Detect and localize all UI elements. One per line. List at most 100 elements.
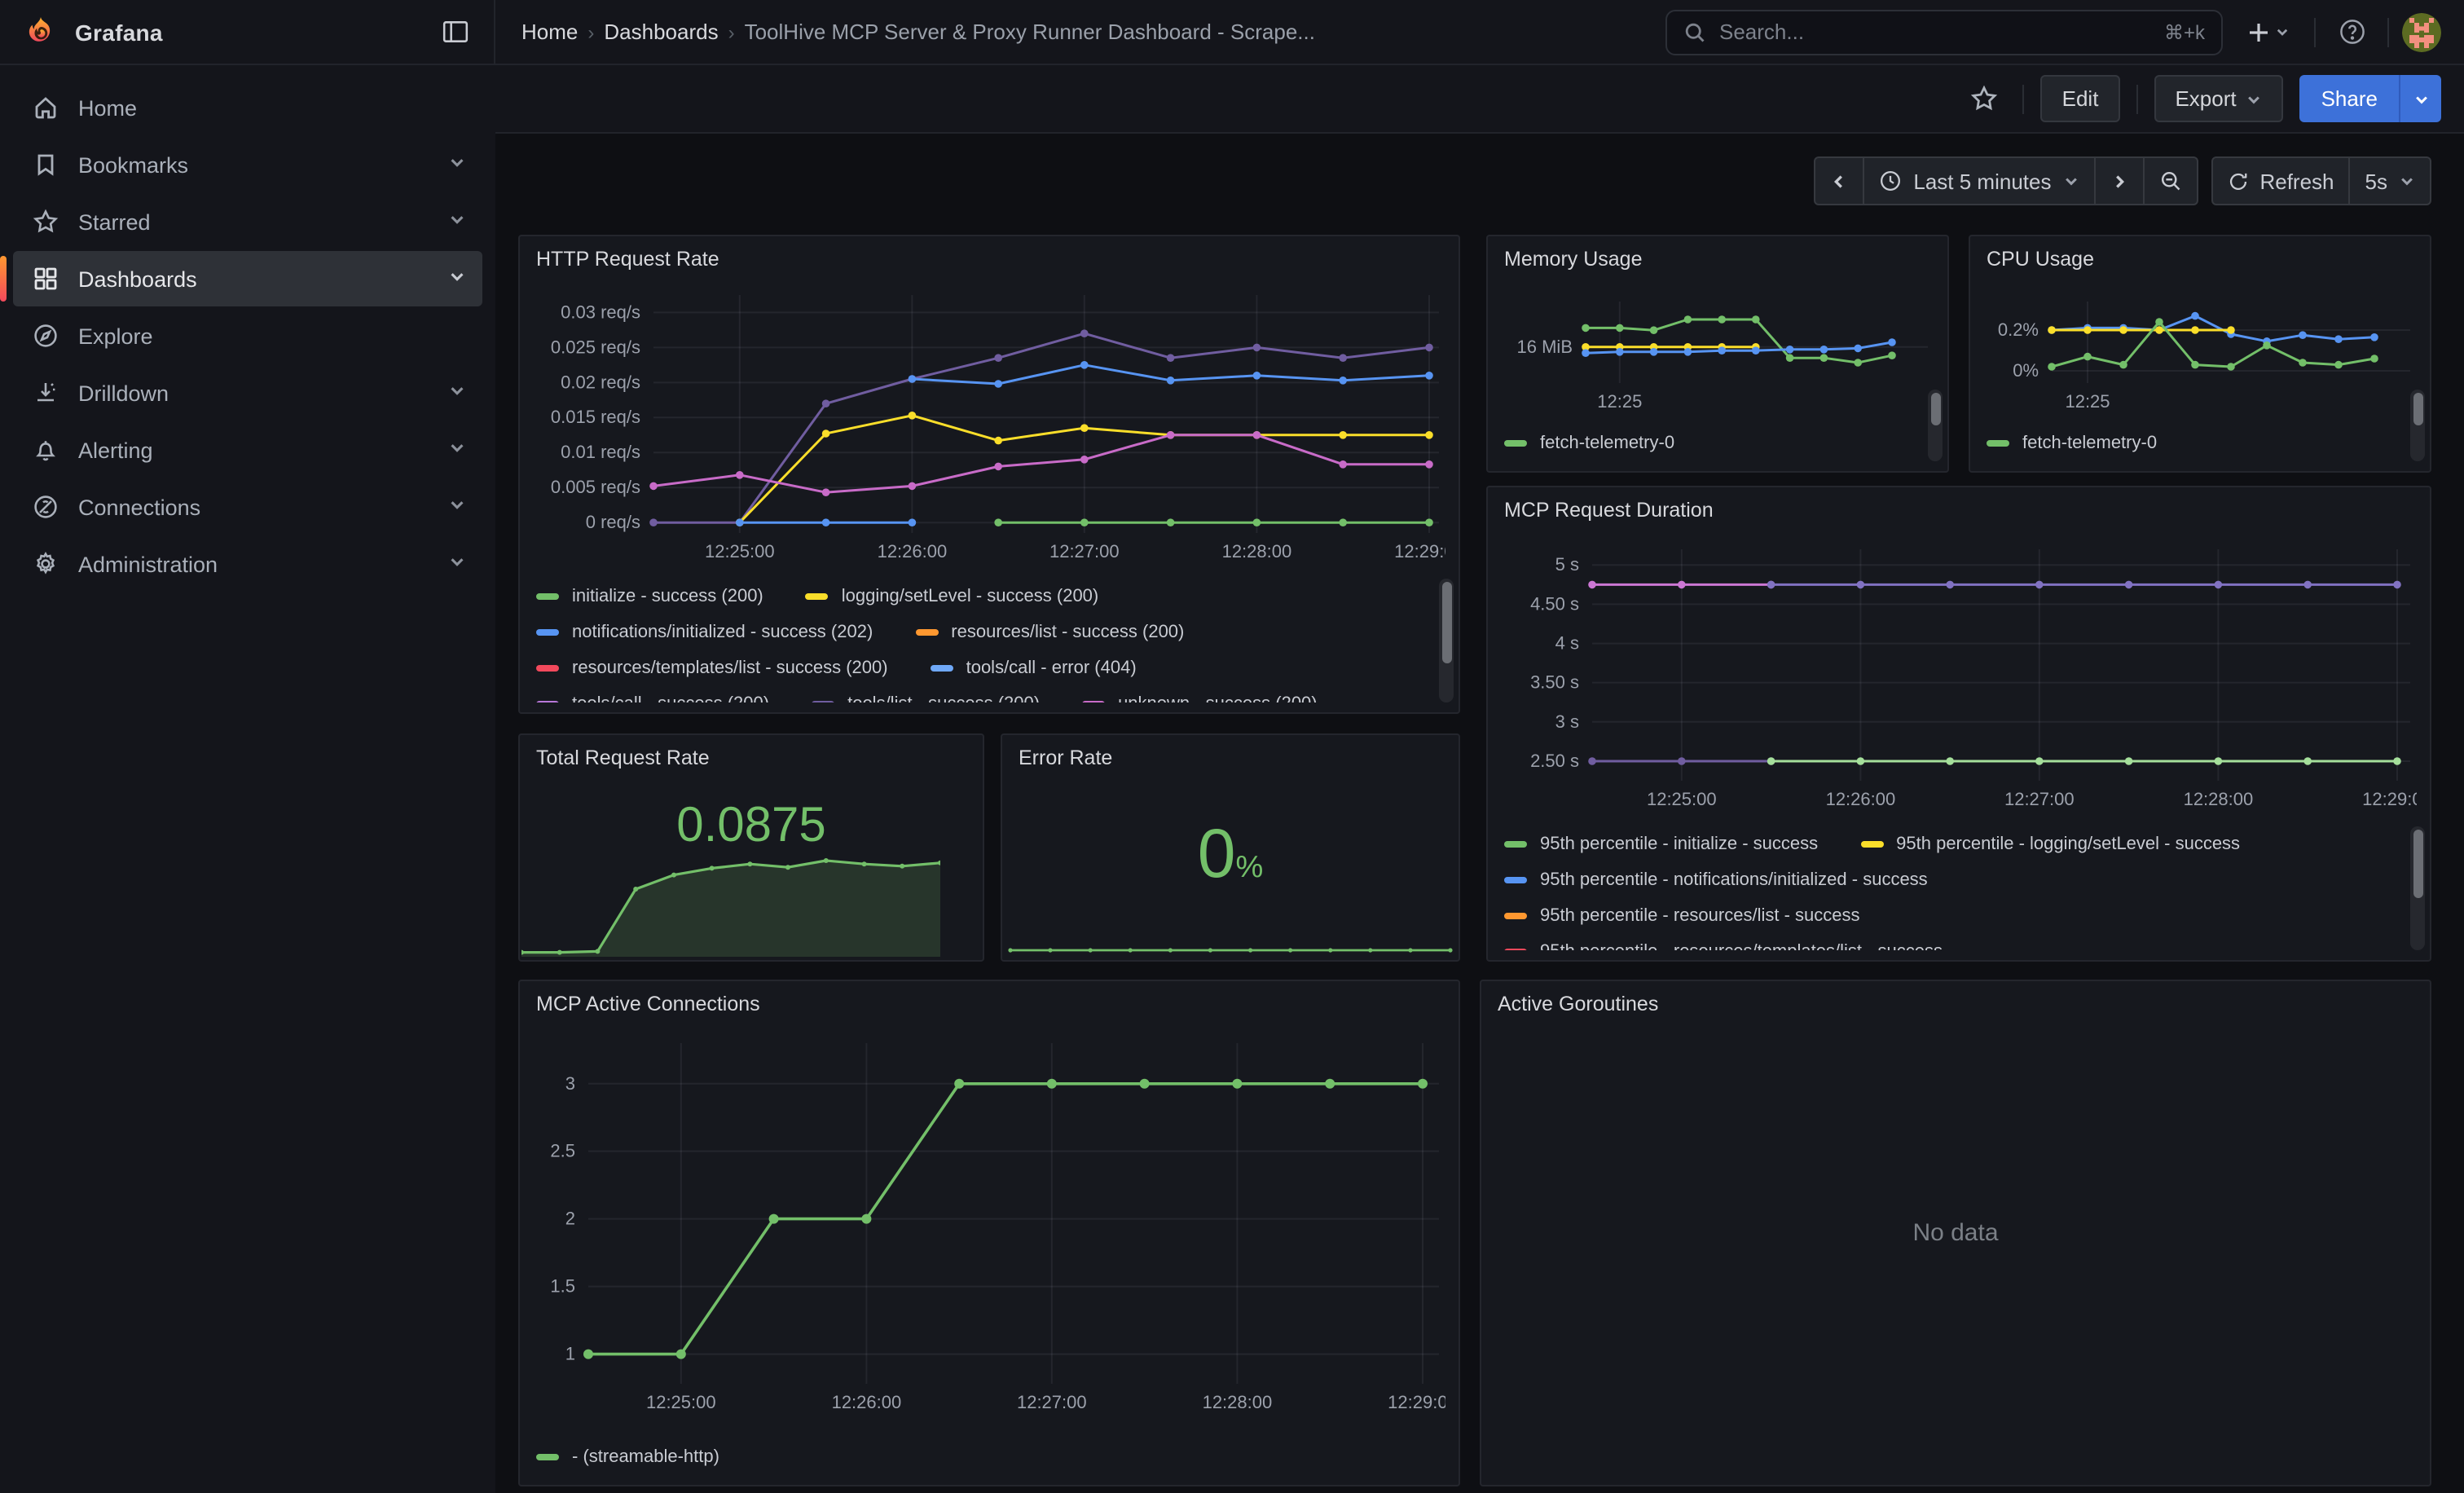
user-avatar[interactable] [2402, 12, 2441, 51]
help-icon[interactable] [2329, 9, 2374, 55]
panel-title[interactable]: MCP Active Connections [520, 981, 777, 1015]
legend-row: 95th percentile - resources/templates/li… [1504, 934, 2404, 950]
chevron-down-icon[interactable] [448, 264, 466, 293]
main-area: Edit Export Share [495, 65, 2464, 1493]
svg-text:0.005 req/s: 0.005 req/s [551, 477, 640, 497]
legend-scrollbar-thumb[interactable] [1441, 582, 1451, 663]
svg-text:12:27:00: 12:27:00 [2004, 789, 2075, 809]
legend-swatch [1987, 440, 2009, 447]
legend-row: tools/call - success (200) tools/list - s… [536, 686, 1432, 702]
breadcrumb-home[interactable]: Home [521, 20, 578, 44]
sidebar-item-drilldown[interactable]: Drilldown [13, 365, 482, 421]
legend-item[interactable]: logging/setLevel - success (200) [806, 587, 1099, 606]
sidebar-item-alerting[interactable]: Alerting [13, 422, 482, 478]
legend-scrollbar-thumb[interactable] [2413, 830, 2422, 898]
grafana-app: Grafana Home › Dashboards › ToolHive MCP… [0, 0, 2464, 1493]
sidebar-item-label: Connections [78, 495, 429, 519]
time-shift-forward-button[interactable] [2095, 156, 2144, 205]
sidebar-item-label: Home [78, 95, 466, 120]
sidebar-item-connections[interactable]: Connections [13, 479, 482, 535]
legend-item[interactable]: 95th percentile - notifications/initiali… [1504, 870, 1928, 890]
share-button[interactable]: Share [2300, 75, 2399, 122]
add-new-button[interactable] [2236, 9, 2301, 55]
svg-text:16 MiB: 16 MiB [1517, 337, 1573, 357]
stat-unit: % [1235, 851, 1263, 887]
legend-item[interactable]: tools/call - success (200) [536, 694, 769, 702]
chevron-down-icon[interactable] [448, 549, 466, 579]
legend-swatch [1504, 841, 1527, 848]
chevron-down-icon[interactable] [448, 435, 466, 465]
legend-row: fetch-telemetry-0 [1987, 425, 2404, 461]
brand[interactable]: Grafana [23, 14, 432, 50]
search-icon [1683, 20, 1706, 43]
sidebar-item-explore[interactable]: Explore [13, 308, 482, 363]
legend-item[interactable]: 95th percentile - logging/setLevel - suc… [1860, 835, 2240, 854]
legend-item[interactable]: fetch-telemetry-0 [1987, 434, 2157, 453]
sidebar-item-bookmarks[interactable]: Bookmarks [13, 137, 482, 192]
legend-item[interactable]: resources/templates/list - success (200) [536, 658, 888, 678]
search-shortcut: ⌘+k [2164, 20, 2205, 43]
time-range-picker[interactable]: Last 5 minutes [1864, 156, 2095, 205]
chevron-down-icon[interactable] [448, 492, 466, 522]
share-menu-caret[interactable] [2399, 75, 2441, 122]
chevron-down-icon [2062, 173, 2079, 189]
legend-row: 95th percentile - notifications/initiali… [1504, 862, 2404, 898]
edit-button[interactable]: Edit [2041, 75, 2120, 122]
legend-item[interactable]: tools/list - success (200) [812, 694, 1040, 702]
legend-item[interactable]: unknown - success (200) [1082, 694, 1318, 702]
search-box[interactable]: ⌘+k [1665, 9, 2223, 55]
legend-item[interactable]: 95th percentile - initialize - success [1504, 835, 1818, 854]
svg-text:12:26:00: 12:26:00 [832, 1392, 902, 1412]
legend-item[interactable]: initialize - success (200) [536, 587, 763, 606]
dashboard-canvas: Last 5 minutes Refresh [495, 134, 2464, 1493]
legend-scrollbar-thumb[interactable] [1930, 393, 1940, 425]
top-nav-right: ⌘+k [1665, 0, 2464, 64]
legend-scrollbar-track [1439, 579, 1454, 702]
mcp-active-connections-legend: - (streamable-http) [536, 1439, 1432, 1475]
svg-text:0 req/s: 0 req/s [586, 512, 640, 532]
legend-swatch [536, 701, 559, 702]
time-shift-back-button[interactable] [1814, 156, 1864, 205]
panel-active-goroutines: Active Goroutines No data [1480, 980, 2431, 1486]
chevron-down-icon[interactable] [448, 150, 466, 179]
zoom-out-time-button[interactable] [2144, 156, 2198, 205]
sidebar-item-home[interactable]: Home [13, 80, 482, 135]
chevron-down-icon[interactable] [448, 207, 466, 236]
gear-icon [33, 551, 59, 577]
legend-item[interactable]: resources/list - success (200) [915, 623, 1184, 642]
panel-title[interactable]: HTTP Request Rate [520, 236, 736, 271]
cpu-usage-legend: fetch-telemetry-0 [1987, 425, 2404, 461]
refresh-interval-picker[interactable]: 5s [2351, 156, 2431, 205]
svg-text:3: 3 [565, 1073, 575, 1094]
panel-title[interactable]: CPU Usage [1970, 236, 2110, 271]
chevron-down-icon[interactable] [448, 378, 466, 407]
dock-menu-toggle-icon[interactable] [432, 9, 477, 55]
legend-scrollbar-track [2410, 390, 2425, 461]
sidebar-item-label: Alerting [78, 438, 429, 462]
legend-item[interactable]: 95th percentile - resources/templates/li… [1504, 942, 1943, 950]
legend-swatch [536, 665, 559, 672]
legend-item[interactable]: - (streamable-http) [536, 1447, 719, 1467]
legend-item[interactable]: tools/call - error (404) [931, 658, 1137, 678]
refresh-button[interactable]: Refresh [2211, 156, 2350, 205]
legend-scrollbar-thumb[interactable] [2413, 393, 2422, 425]
svg-text:3 s: 3 s [1555, 711, 1579, 732]
sidebar-item-starred[interactable]: Starred [13, 194, 482, 249]
panel-title[interactable]: Memory Usage [1488, 236, 1659, 271]
export-button[interactable]: Export [2154, 75, 2283, 122]
sidebar-item-administration[interactable]: Administration [13, 536, 482, 592]
mcp-request-duration-legend: 95th percentile - initialize - success 95… [1504, 826, 2404, 950]
clock-icon [1879, 170, 1902, 192]
legend-swatch [812, 701, 834, 702]
legend-item[interactable]: fetch-telemetry-0 [1504, 434, 1674, 453]
legend-item[interactable]: notifications/initialized - success (202… [536, 623, 873, 642]
breadcrumb-dashboards[interactable]: Dashboards [604, 20, 718, 44]
chevron-down-icon [2413, 90, 2429, 107]
legend-item[interactable]: 95th percentile - resources/list - succe… [1504, 906, 1860, 926]
panel-title[interactable]: MCP Request Duration [1488, 487, 1730, 522]
sidebar-item-dashboards[interactable]: Dashboards [13, 251, 482, 306]
star-dashboard-button[interactable] [1961, 76, 2007, 121]
svg-text:4 s: 4 s [1555, 633, 1579, 654]
search-input[interactable] [1719, 20, 2151, 44]
top-nav-left: Grafana [0, 0, 495, 64]
